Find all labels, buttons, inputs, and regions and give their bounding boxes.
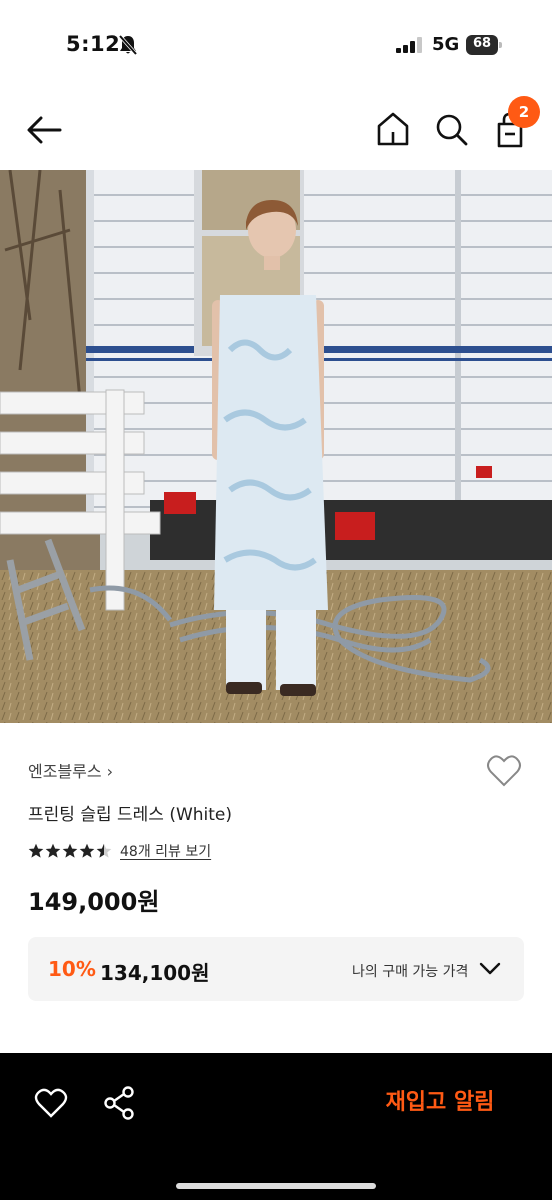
star-icon xyxy=(62,843,78,858)
star-icon xyxy=(45,843,61,858)
product-image[interactable] xyxy=(0,170,552,723)
my-price-box[interactable]: 10% 134,100원 나의 구매 가능 가격 xyxy=(28,937,524,1001)
cart-count-badge: 2 xyxy=(508,96,540,128)
star-icon xyxy=(96,843,112,858)
home-indicator xyxy=(176,1183,376,1189)
heart-icon[interactable] xyxy=(34,1087,68,1119)
share-icon[interactable] xyxy=(102,1085,136,1121)
rating-stars xyxy=(28,843,112,859)
brand-link[interactable]: 엔조블루스 › xyxy=(28,758,113,782)
restock-alert-button[interactable]: 재입고 알림 xyxy=(360,1085,520,1121)
battery-indicator: 68 xyxy=(466,35,502,55)
product-name: 프린팅 슬립 드레스 (White) xyxy=(28,805,233,825)
network-type: 5G xyxy=(432,34,460,55)
home-icon[interactable] xyxy=(374,110,412,148)
bell-off-icon xyxy=(118,34,138,56)
review-link[interactable]: 48개 리뷰 보기 xyxy=(120,841,211,861)
star-icon xyxy=(79,843,95,858)
rating-row: 48개 리뷰 보기 xyxy=(28,840,211,862)
discount-rate: 10% xyxy=(48,957,96,981)
chevron-down-icon[interactable] xyxy=(478,959,502,979)
app-header: 2 xyxy=(0,90,552,170)
search-icon[interactable] xyxy=(432,110,470,148)
discount-price: 134,100원 xyxy=(100,961,210,985)
heart-icon[interactable] xyxy=(486,754,522,788)
product-photo xyxy=(0,170,552,723)
my-price-label: 나의 구매 가능 가격 xyxy=(352,964,469,980)
status-bar: 5:12 5G 68 xyxy=(0,0,552,90)
bottom-action-bar: 재입고 알림 xyxy=(0,1053,552,1200)
battery-level: 68 xyxy=(472,36,492,51)
status-time: 5:12 xyxy=(66,32,121,56)
product-price: 149,000원 xyxy=(28,888,160,916)
arrow-left-icon[interactable] xyxy=(24,112,64,148)
star-icon xyxy=(28,843,44,858)
signal-icon xyxy=(396,37,422,53)
